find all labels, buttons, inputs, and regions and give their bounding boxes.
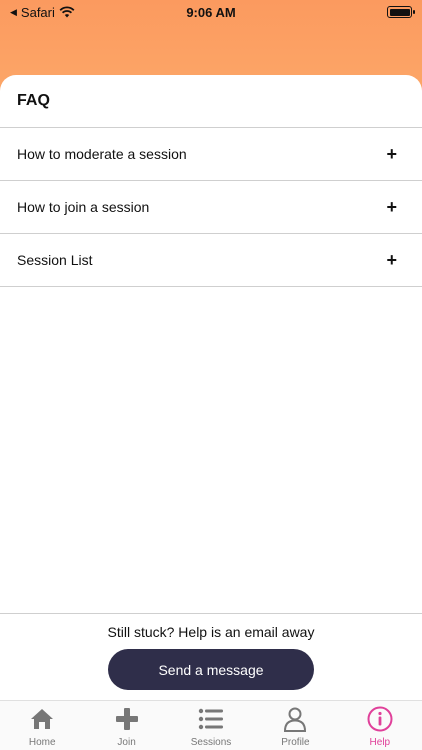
tab-label: Help <box>369 737 391 748</box>
tab-help[interactable]: Help <box>338 701 422 750</box>
status-bar: ◀ Safari 9:06 AM <box>0 0 422 24</box>
send-message-button[interactable]: Send a message <box>108 649 314 690</box>
faq-item-join[interactable]: How to join a session + <box>0 181 422 234</box>
wifi-icon <box>59 6 75 18</box>
tab-label: Join <box>117 737 136 748</box>
plus-icon[interactable]: + <box>386 145 397 163</box>
tab-join[interactable]: Join <box>84 701 168 750</box>
tab-home[interactable]: Home <box>0 701 84 750</box>
faq-item-label: Session List <box>17 252 93 268</box>
help-footer: Still stuck? Help is an email away Send … <box>0 613 422 700</box>
faq-item-label: How to moderate a session <box>17 146 187 162</box>
faq-sheet: FAQ How to moderate a session + How to j… <box>0 75 422 700</box>
tab-label: Sessions <box>190 737 232 748</box>
tab-profile[interactable]: Profile <box>253 701 337 750</box>
tab-bar: Home Join Sessions Profile Help <box>0 700 422 750</box>
faq-item-label: How to join a session <box>17 199 150 215</box>
list-icon <box>198 708 224 730</box>
help-footer-text: Still stuck? Help is an email away <box>107 624 315 640</box>
carrier-label: Safari <box>20 4 55 20</box>
user-icon <box>284 707 307 732</box>
plus-icon[interactable]: + <box>386 198 397 216</box>
plus-icon <box>115 708 138 730</box>
battery-icon <box>387 6 415 18</box>
status-left[interactable]: ◀ Safari <box>10 5 75 20</box>
faq-title: FAQ <box>0 75 422 128</box>
tab-label: Home <box>28 737 56 748</box>
tab-label: Profile <box>281 737 310 748</box>
faq-item-moderate[interactable]: How to moderate a session + <box>0 128 422 181</box>
faq-item-session-list[interactable]: Session List + <box>0 234 422 287</box>
info-icon <box>367 706 393 732</box>
plus-icon[interactable]: + <box>386 251 397 269</box>
home-icon <box>31 709 54 729</box>
tab-sessions[interactable]: Sessions <box>169 701 253 750</box>
back-arrow-icon[interactable]: ◀ <box>10 7 17 18</box>
